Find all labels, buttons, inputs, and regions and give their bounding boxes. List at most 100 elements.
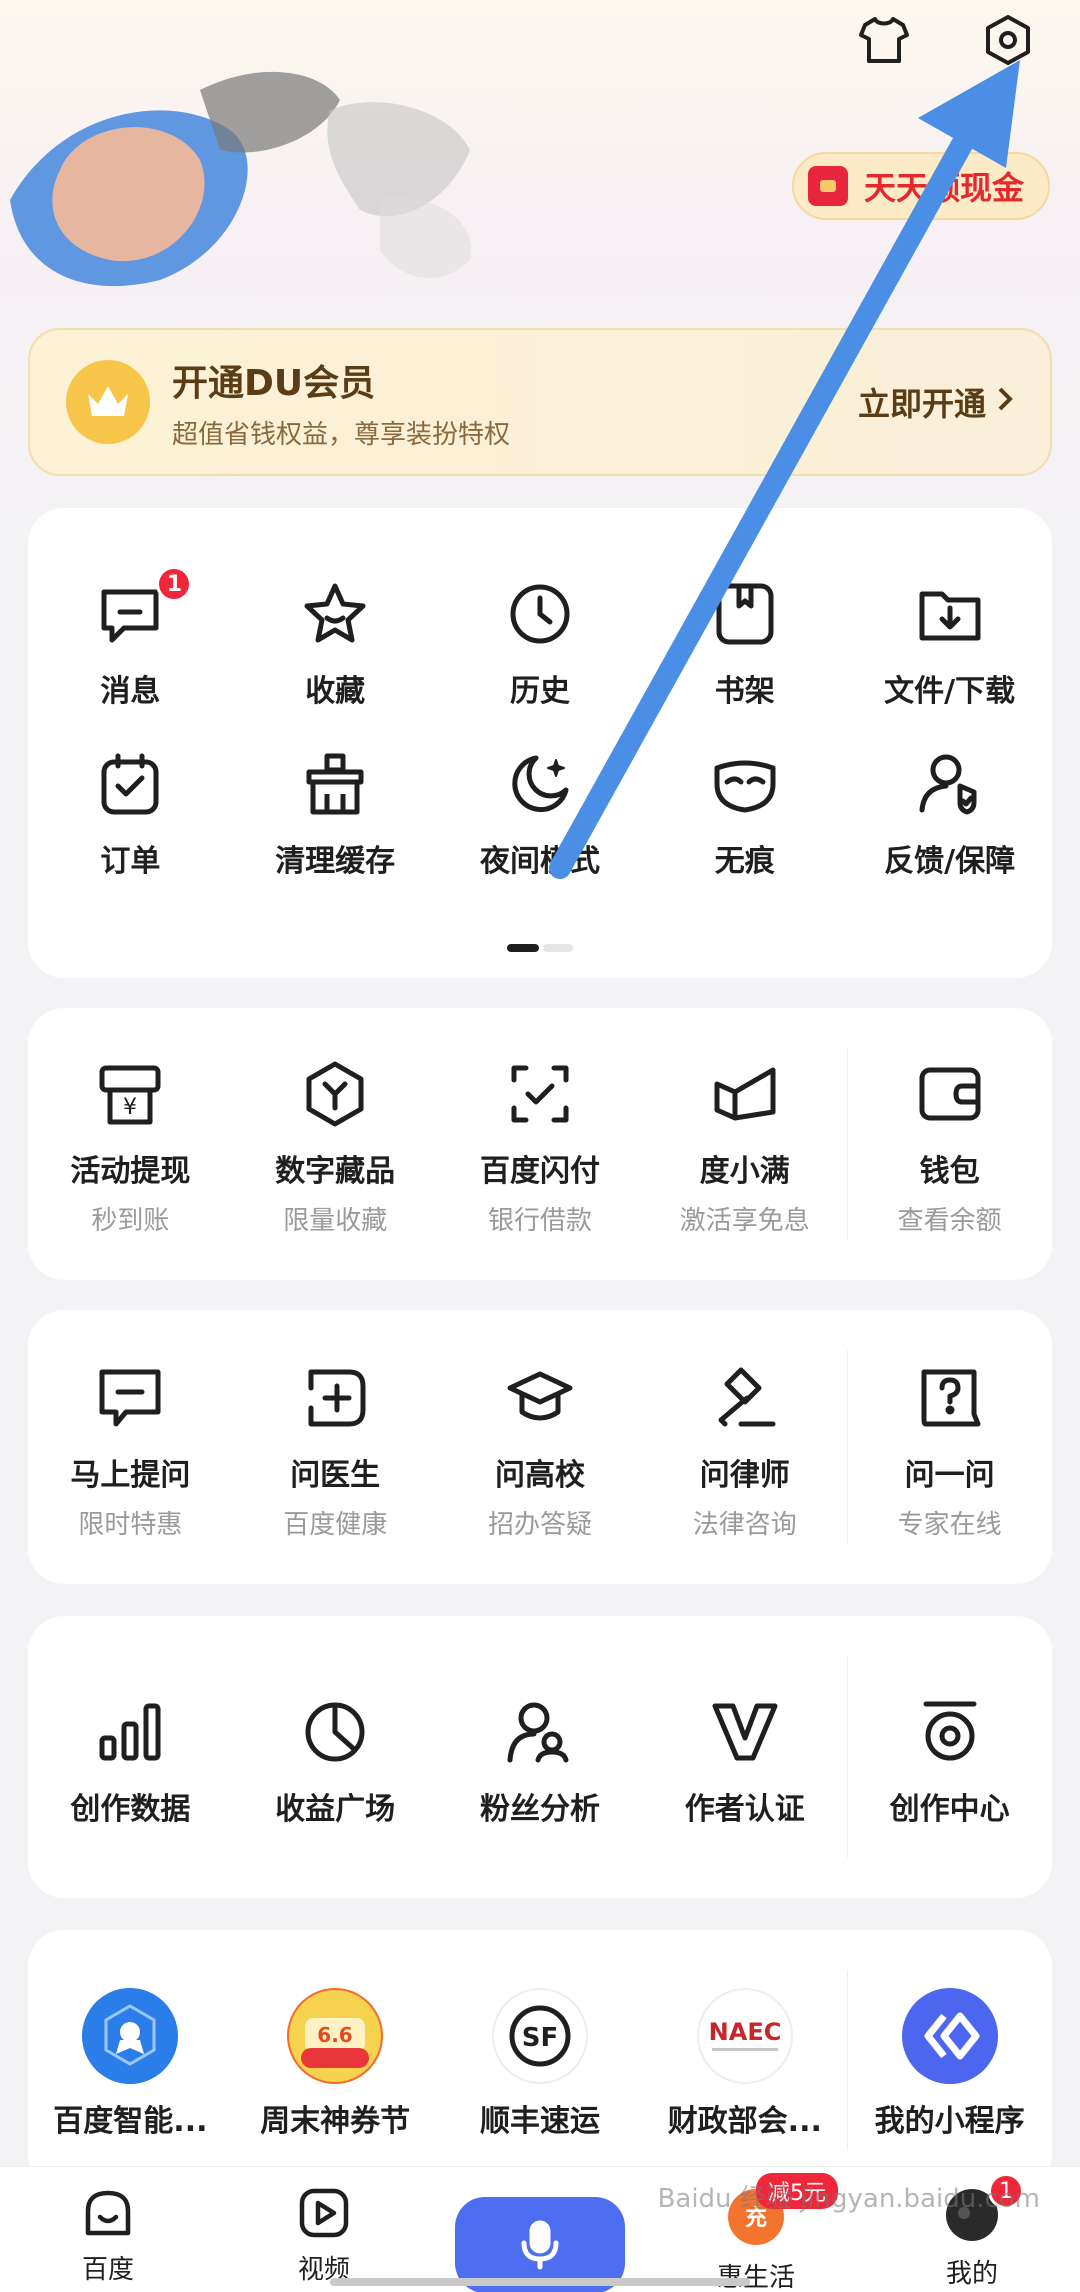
app-label: 我的小程序 bbox=[874, 2104, 1025, 2139]
daily-cash-label: 天天领现金 bbox=[863, 169, 1024, 207]
app-naec[interactable]: NAEC 财政部会... bbox=[642, 1988, 847, 2140]
nav-video[interactable]: 视频 bbox=[216, 2167, 432, 2292]
tool-downloads[interactable]: 文件/下载 bbox=[847, 574, 1052, 710]
order-icon bbox=[90, 744, 170, 824]
ask-college[interactable]: 问高校 招办答疑 bbox=[438, 1358, 643, 1541]
app-weekend-coupon[interactable]: 6.6 周末神券节 bbox=[233, 1988, 438, 2140]
app-sf-express[interactable]: SF 顺丰速运 bbox=[438, 1988, 643, 2140]
tool-label: 夜间模式 bbox=[479, 844, 600, 879]
finance-card: ¥ 活动提现 秒到账 数字藏品 限量收藏 百度闪付 银行借款 度小满 激活享免息 bbox=[28, 1008, 1052, 1280]
app-label: 财政部会... bbox=[667, 2104, 822, 2139]
tool-label: 书架 bbox=[714, 674, 775, 709]
finance-duxiaoman[interactable]: 度小满 激活享免息 bbox=[642, 1054, 847, 1237]
tool-label: 历史 bbox=[509, 674, 570, 709]
finance-withdraw[interactable]: ¥ 活动提现 秒到账 bbox=[28, 1054, 233, 1237]
card-divider bbox=[847, 1656, 848, 1858]
tool-clear-cache[interactable]: 清理缓存 bbox=[233, 744, 438, 880]
card-divider bbox=[847, 1350, 848, 1544]
tool-feedback[interactable]: 反馈/保障 bbox=[847, 744, 1052, 880]
svg-text:6.6: 6.6 bbox=[317, 2023, 352, 2047]
nav-home-label: 百度 bbox=[81, 2255, 134, 2285]
duxiaoman-icon bbox=[705, 1054, 785, 1134]
creator-earnings[interactable]: 收益广场 bbox=[233, 1692, 438, 1828]
tool-incognito[interactable]: 无痕 bbox=[642, 744, 847, 880]
vip-title: 开通DU会员 bbox=[172, 362, 376, 404]
creator-label: 粉丝分析 bbox=[479, 1792, 600, 1827]
app-baidu-ai[interactable]: 百度智能... bbox=[28, 1988, 233, 2140]
ask-icon bbox=[90, 1358, 170, 1438]
finance-wallet[interactable]: 钱包 查看余额 bbox=[847, 1054, 1052, 1237]
ask-question[interactable]: 马上提问 限时特惠 bbox=[28, 1358, 233, 1541]
ask-sub: 百度健康 bbox=[283, 1510, 388, 1540]
app-label: 顺丰速运 bbox=[479, 2104, 600, 2139]
svg-text:NAEC: NAEC bbox=[708, 2018, 781, 2046]
finance-digital-collection[interactable]: 数字藏品 限量收藏 bbox=[233, 1054, 438, 1237]
chevron-right-icon bbox=[996, 383, 1014, 421]
creator-verify[interactable]: 作者认证 bbox=[642, 1692, 847, 1828]
nav-home[interactable]: 百度 bbox=[0, 2167, 216, 2292]
tool-label: 文件/下载 bbox=[884, 674, 1016, 709]
moon-icon bbox=[500, 744, 580, 824]
withdraw-icon: ¥ bbox=[90, 1054, 170, 1134]
app-label: 百度智能... bbox=[53, 2104, 208, 2139]
profile-cover-art bbox=[10, 71, 472, 287]
tool-night-mode[interactable]: 夜间模式 bbox=[438, 744, 643, 880]
vip-banner[interactable]: 开通DU会员 超值省钱权益，尊享装扮特权 立即开通 bbox=[28, 328, 1052, 476]
finance-label: 钱包 bbox=[919, 1154, 980, 1189]
svg-text:SF: SF bbox=[522, 2023, 559, 2053]
ask-label: 马上提问 bbox=[70, 1458, 191, 1493]
star-icon bbox=[295, 574, 375, 654]
tool-favorites[interactable]: 收藏 bbox=[233, 574, 438, 710]
creator-center[interactable]: 创作中心 bbox=[847, 1692, 1052, 1828]
ask-sub: 专家在线 bbox=[897, 1510, 1002, 1540]
daily-cash-button[interactable]: 天天领现金 bbox=[791, 152, 1050, 220]
tool-orders[interactable]: 订单 bbox=[28, 744, 233, 880]
sf-express-logo-icon: SF bbox=[491, 1988, 588, 2084]
creator-label: 创作数据 bbox=[70, 1792, 191, 1827]
graduation-icon bbox=[500, 1358, 580, 1438]
mini-apps-card: 百度智能... 6.6 周末神券节 SF 顺丰速运 NAEC 财政部会... 我… bbox=[28, 1930, 1052, 2190]
verify-icon bbox=[705, 1692, 785, 1772]
nav-voice-search[interactable] bbox=[432, 2167, 648, 2292]
baidu-jingyan-watermark: Baidu 经验 jingyan.baidu.com bbox=[657, 2184, 1040, 2214]
app-my-mini-programs[interactable]: 我的小程序 bbox=[847, 1988, 1052, 2140]
quick-tools-card: 1 消息 收藏 历史 书架 文件/下载 订单 清理缓存 夜间模式 无痕 反馈/保… bbox=[28, 508, 1052, 978]
ask-card: 马上提问 限时特惠 问医生 百度健康 问高校 招办答疑 问律师 法律咨询 问一问… bbox=[28, 1310, 1052, 1584]
finance-sub: 银行借款 bbox=[487, 1206, 592, 1236]
digital-collection-icon bbox=[295, 1054, 375, 1134]
ask-label: 问一问 bbox=[904, 1458, 995, 1493]
tool-message[interactable]: 1 消息 bbox=[28, 566, 233, 710]
fans-icon bbox=[500, 1692, 580, 1772]
vip-open-label: 立即开通 bbox=[857, 385, 986, 423]
svg-text:¥: ¥ bbox=[123, 1095, 137, 1120]
ask-doctor[interactable]: 问医生 百度健康 bbox=[233, 1358, 438, 1541]
card-divider bbox=[847, 1970, 848, 2150]
creator-fans[interactable]: 粉丝分析 bbox=[438, 1692, 643, 1828]
tool-history[interactable]: 历史 bbox=[438, 574, 643, 710]
tool-label: 订单 bbox=[100, 844, 161, 879]
pie-chart-icon bbox=[295, 1692, 375, 1772]
header-actions bbox=[852, 8, 1040, 72]
scan-pay-icon bbox=[500, 1054, 580, 1134]
finance-sub: 激活享免息 bbox=[679, 1206, 810, 1236]
ask-expert[interactable]: 问一问 专家在线 bbox=[847, 1358, 1052, 1541]
creator-label: 收益广场 bbox=[275, 1792, 396, 1827]
video-play-icon bbox=[296, 2185, 352, 2245]
finance-label: 数字藏品 bbox=[275, 1154, 396, 1189]
tool-bookshelf[interactable]: 书架 bbox=[642, 574, 847, 710]
finance-flash-pay[interactable]: 百度闪付 银行借款 bbox=[438, 1054, 643, 1237]
creator-data[interactable]: 创作数据 bbox=[28, 1692, 233, 1828]
tool-label: 消息 bbox=[100, 674, 161, 709]
mini-program-logo-icon bbox=[901, 1988, 998, 2084]
ask-label: 问医生 bbox=[290, 1458, 381, 1493]
card-divider bbox=[847, 1048, 848, 1240]
creator-label: 作者认证 bbox=[684, 1792, 805, 1827]
settings-icon[interactable] bbox=[976, 8, 1040, 72]
message-icon: 1 bbox=[90, 566, 193, 654]
vip-open-button[interactable]: 立即开通 bbox=[858, 379, 1014, 425]
tshirt-icon[interactable] bbox=[852, 8, 916, 72]
coupon-logo-icon: 6.6 bbox=[287, 1988, 384, 2084]
ask-lawyer[interactable]: 问律师 法律咨询 bbox=[642, 1358, 847, 1541]
creator-label: 创作中心 bbox=[889, 1792, 1010, 1827]
creator-center-icon bbox=[910, 1692, 990, 1772]
